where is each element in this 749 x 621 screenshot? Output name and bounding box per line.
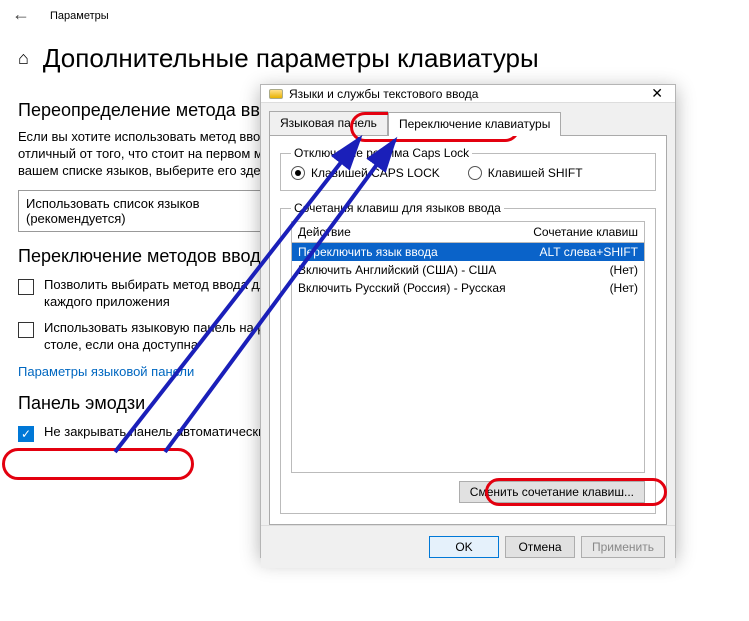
hotkeys-row[interactable]: Включить Русский (Россия) - Русская(Нет)	[292, 279, 644, 297]
window-title: Параметры	[50, 10, 109, 22]
page-title: Дополнительные параметры клавиатуры	[43, 43, 539, 74]
capslock-legend: Отключение режима Caps Lock	[291, 146, 472, 160]
back-button[interactable]: ←	[12, 4, 30, 25]
emoji-autoclose-checkbox[interactable]: ✓	[18, 426, 34, 442]
capslock-fieldset: Отключение режима Caps Lock Клавишей CAP…	[280, 146, 656, 191]
radio-capslock[interactable]: Клавишей CAPS LOCK	[291, 166, 440, 180]
hotkeys-fieldset: Сочетания клавиш для языков ввода Действ…	[280, 201, 656, 514]
col-action: Действие	[292, 222, 357, 242]
radio-shift[interactable]: Клавишей SHIFT	[468, 166, 583, 180]
per-app-ime-checkbox[interactable]	[18, 279, 34, 295]
default-ime-combo[interactable]: Использовать список языков (рекомендуетс…	[18, 190, 298, 232]
apply-button: Применить	[581, 536, 665, 558]
hotkeys-header: Действие Сочетание клавиш	[291, 221, 645, 243]
hotkeys-legend: Сочетания клавиш для языков ввода	[291, 201, 504, 215]
hotkeys-row[interactable]: Переключить язык вводаALT слева+SHIFT	[292, 243, 644, 261]
tab-language-panel[interactable]: Языковая панель	[269, 111, 388, 135]
text-services-dialog: Языки и службы текстового ввода ✕ Языков…	[260, 84, 676, 558]
dialog-title: Языки и службы текстового ввода	[289, 87, 478, 101]
hotkeys-list[interactable]: Переключить язык вводаALT слева+SHIFTВкл…	[291, 243, 645, 473]
col-keys: Сочетание клавиш	[527, 222, 644, 242]
tab-keyboard-switching[interactable]: Переключение клавиатуры	[388, 112, 561, 136]
change-hotkey-button[interactable]: Сменить сочетание клавиш...	[459, 481, 645, 503]
annotation-circle	[2, 448, 194, 480]
cancel-button[interactable]: Отмена	[505, 536, 575, 558]
home-icon[interactable]: ⌂	[18, 48, 29, 69]
keyboard-icon	[269, 89, 283, 99]
hotkeys-row[interactable]: Включить Английский (США) - США(Нет)	[292, 261, 644, 279]
use-langbar-checkbox[interactable]	[18, 322, 34, 338]
close-icon[interactable]: ✕	[647, 85, 667, 102]
ok-button[interactable]: OK	[429, 536, 499, 558]
